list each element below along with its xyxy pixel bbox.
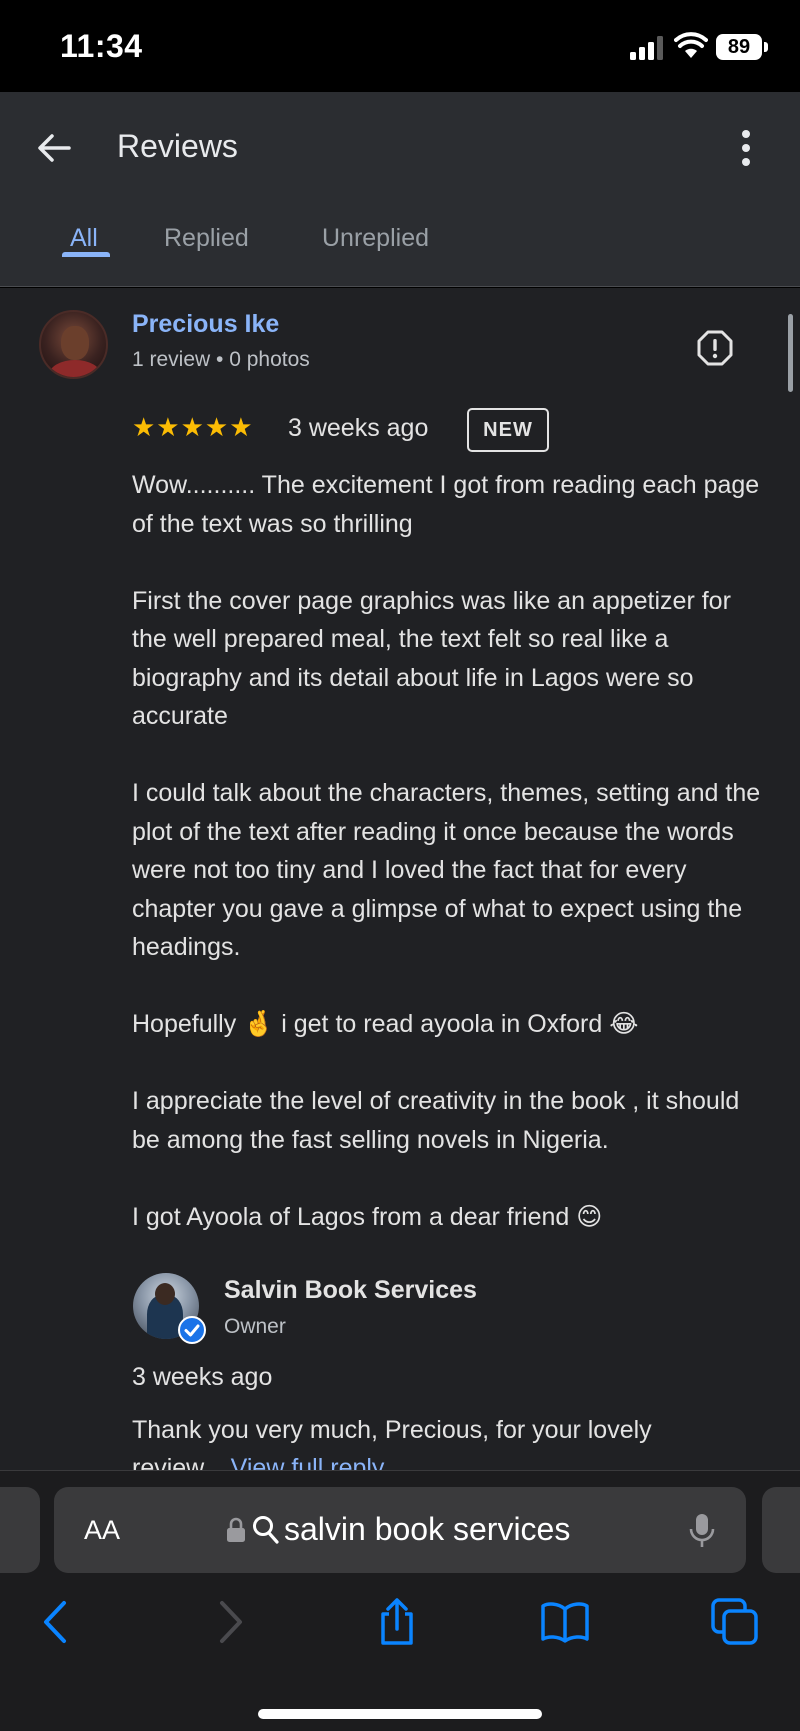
review-paragraph: Wow.......... The excitement I got from …	[132, 471, 760, 538]
reply-time: 3 weeks ago	[132, 1363, 273, 1391]
reviewer-avatar[interactable]	[39, 310, 108, 379]
tab-unreplied[interactable]: Unreplied	[322, 224, 429, 253]
back-arrow-icon[interactable]	[36, 130, 72, 166]
star-rating: ★★★★★	[132, 412, 254, 442]
battery-indicator: 89	[716, 34, 762, 60]
page-title: Reviews	[117, 128, 238, 164]
more-vert-icon[interactable]	[734, 128, 758, 168]
tab-bar: All Replied Unreplied	[0, 212, 800, 287]
chevron-right-icon[interactable]	[204, 1597, 254, 1647]
app-bar: Reviews All Replied Unreplied	[0, 92, 800, 287]
previous-tab-preview[interactable]	[0, 1487, 40, 1573]
view-full-reply-link[interactable]: View full reply	[231, 1454, 385, 1470]
scrollbar[interactable]	[788, 314, 793, 392]
wifi-icon	[674, 32, 708, 58]
search-icon	[253, 1516, 279, 1544]
chevron-left-icon[interactable]	[32, 1597, 82, 1647]
tabs-icon[interactable]	[710, 1597, 760, 1647]
reply-text: Thank you very much, Precious, for your …	[132, 1411, 772, 1470]
tab-all[interactable]: All	[70, 224, 98, 253]
review-time: 3 weeks ago	[288, 414, 429, 442]
battery-nub	[764, 42, 768, 52]
review-paragraph: First the cover page graphics was like a…	[132, 586, 731, 731]
url-text[interactable]: salvin book services	[284, 1511, 570, 1548]
next-tab-preview[interactable]	[762, 1487, 800, 1573]
browser-nav-row	[0, 1597, 800, 1657]
owner-name: Salvin Book Services	[224, 1276, 477, 1304]
review-paragraph: Hopefully 🤞 i get to read ayoola in Oxfo…	[132, 1010, 639, 1038]
cellular-signal-icon	[630, 36, 663, 60]
status-time: 11:34	[60, 28, 143, 64]
review-text: Wow.......... The excitement I got from …	[132, 466, 772, 1275]
bookmarks-icon[interactable]	[540, 1597, 590, 1647]
owner-role: Owner	[224, 1315, 286, 1338]
reviewer-name[interactable]: Precious Ike	[132, 310, 279, 339]
share-icon[interactable]	[372, 1597, 422, 1647]
review-list[interactable]: Precious Ike 1 review • 0 photos ★★★★★ 3…	[0, 288, 800, 1470]
reply-text-line: Thank you very much, Precious, for your …	[132, 1416, 652, 1444]
browser-toolbar: AA salvin book services	[0, 1470, 800, 1731]
reader-settings-button[interactable]: AA	[84, 1515, 120, 1546]
reviewer-meta: 1 review • 0 photos	[132, 348, 310, 371]
review-paragraph: I appreciate the level of creativity in …	[132, 1087, 740, 1154]
verified-icon	[178, 1316, 206, 1344]
tab-replied[interactable]: Replied	[164, 224, 249, 253]
review-paragraph: I could talk about the characters, theme…	[132, 779, 761, 961]
mic-icon[interactable]	[689, 1513, 715, 1549]
address-bar[interactable]: AA salvin book services	[54, 1487, 746, 1573]
active-tab-indicator	[62, 252, 110, 257]
lock-icon	[227, 1517, 245, 1542]
report-icon[interactable]	[697, 330, 733, 366]
review-paragraph: I got Ayoola of Lagos from a dear friend…	[132, 1202, 603, 1231]
status-bar: 11:34 89	[0, 0, 800, 92]
new-badge: NEW	[467, 408, 549, 452]
reply-text-cont: review...	[132, 1454, 231, 1470]
home-indicator[interactable]	[258, 1709, 542, 1719]
